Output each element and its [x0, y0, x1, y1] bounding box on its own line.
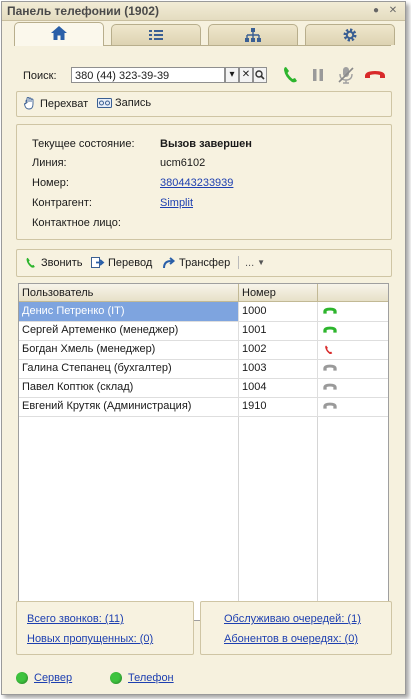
number-cell: 1004: [238, 378, 317, 397]
call-toolbar: Звонить Перевод Трансфер ... ▼: [16, 249, 392, 277]
number-cell: 1910: [238, 397, 317, 416]
pin-icon[interactable]: ●: [369, 4, 383, 18]
number-cell: 1001: [238, 321, 317, 340]
status-cell[interactable]: [317, 397, 388, 416]
server-link[interactable]: Сервер: [34, 672, 72, 684]
more-label: ...: [245, 256, 255, 269]
user-cell: Евгений Крутяк (Администрация): [22, 400, 192, 412]
status-dot-icon: [110, 672, 122, 684]
user-cell: Галина Степанец (бухгалтер): [22, 362, 172, 374]
user-cell: Денис Петренко (IT): [19, 302, 238, 321]
hierarchy-icon: [245, 28, 261, 42]
redo-arrow-icon: [163, 257, 176, 269]
window-title: Панель телефонии (1902): [7, 4, 159, 18]
number-cell: 1002: [238, 340, 317, 359]
queue-stats-panel: Обслуживаю очередей: (1) Абонентов в оче…: [200, 601, 392, 655]
search-icon[interactable]: [253, 67, 267, 83]
forward-icon: [91, 257, 105, 268]
queues-link[interactable]: Обслуживаю очередей: (1): [224, 613, 361, 625]
number-cell: 1000: [238, 302, 317, 321]
dropdown-icon[interactable]: ▾: [225, 67, 239, 83]
table-row[interactable]: Галина Степанец (бухгалтер) 1003: [19, 359, 388, 379]
search-input[interactable]: 380 (44) 323-39-39: [71, 67, 225, 83]
status-dot-icon: [16, 672, 28, 684]
home-icon: [51, 26, 67, 40]
total-calls-link[interactable]: Всего звонков: (11): [27, 613, 124, 625]
line-label: Линия:: [32, 157, 67, 169]
phone-status[interactable]: Телефон: [110, 672, 174, 684]
chevron-down-icon: ▼: [257, 258, 266, 267]
toolbar-separator: [238, 256, 239, 269]
in-queue-link[interactable]: Абонентов в очередях: (0): [224, 633, 358, 645]
user-cell: Сергей Артеменко (менеджер): [22, 324, 179, 336]
column-header-status[interactable]: [317, 284, 388, 302]
column-header-user[interactable]: Пользователь: [19, 284, 238, 302]
intercept-label: Перехват: [40, 97, 89, 110]
status-cell[interactable]: [317, 302, 388, 321]
line-value: ucm6102: [160, 157, 206, 169]
column-header-number[interactable]: Номер: [238, 284, 317, 302]
intercept-button[interactable]: Перехват: [24, 97, 88, 110]
user-cell: Богдан Хмель (менеджер): [22, 343, 156, 355]
transfer-label: Перевод: [108, 256, 153, 269]
forward-transfer-label: Трансфер: [179, 256, 231, 269]
state-value: Вызов завершен: [160, 138, 252, 150]
calls-stats-panel: Всего звонков: (11) Новых пропущенных: (…: [16, 601, 194, 655]
tape-icon: [97, 98, 112, 108]
missed-calls-link[interactable]: Новых пропущенных: (0): [27, 633, 153, 645]
clear-icon[interactable]: ✕: [239, 67, 253, 83]
hand-icon: [24, 97, 34, 110]
call-label: Звонить: [41, 257, 83, 269]
state-label: Текущее состояние:: [32, 138, 135, 150]
status-cell[interactable]: [317, 340, 388, 359]
user-cell: Павел Коптюк (склад): [22, 381, 134, 393]
phone-busy-icon: [325, 345, 333, 354]
server-status[interactable]: Сервер: [16, 672, 72, 684]
number-label: Номер:: [32, 177, 69, 189]
users-table: Пользователь Номер Денис Петренко (IT) 10…: [18, 283, 389, 621]
telephony-panel-window: Панель телефонии (1902) ● ✕ Поиск: 380 (…: [1, 1, 406, 695]
search-label: Поиск:: [23, 70, 57, 82]
hangup-button[interactable]: [363, 64, 385, 86]
list-icon: [149, 30, 163, 40]
phone-status-icon: [323, 307, 337, 314]
contractor-link[interactable]: Simplit: [160, 197, 193, 209]
table-row[interactable]: Сергей Артеменко (менеджер) 1001: [19, 321, 388, 341]
phone-status-icon: [323, 402, 337, 409]
answer-call-button[interactable]: [280, 64, 302, 86]
gear-icon: [343, 28, 357, 42]
record-button[interactable]: Запись: [97, 97, 151, 109]
status-cell[interactable]: [317, 321, 388, 340]
tab-home[interactable]: [14, 22, 104, 46]
contact-label: Контактное лицо:: [32, 217, 121, 229]
forward-transfer-button[interactable]: Трансфер: [162, 256, 230, 269]
hold-button[interactable]: [307, 64, 329, 86]
status-cell[interactable]: [317, 378, 388, 397]
title-bar: Панель телефонии (1902) ● ✕: [2, 2, 405, 21]
action-panel: Перехват Запись: [16, 91, 392, 117]
record-label: Запись: [115, 97, 152, 109]
call-button[interactable]: Звонить: [24, 256, 82, 270]
contractor-label: Контрагент:: [32, 197, 92, 209]
phone-status-icon: [323, 326, 337, 333]
transfer-button[interactable]: Перевод: [91, 256, 152, 269]
tab-bar: [14, 22, 395, 46]
number-cell: 1003: [238, 359, 317, 378]
tab-settings[interactable]: [305, 24, 395, 45]
phone-icon: [26, 257, 35, 268]
mute-button[interactable]: [335, 64, 357, 86]
table-row[interactable]: Павел Коптюк (склад) 1004: [19, 378, 388, 398]
phone-status-icon: [323, 383, 337, 390]
phone-link[interactable]: Телефон: [128, 672, 174, 684]
table-row[interactable]: Богдан Хмель (менеджер) 1002: [19, 340, 388, 360]
tab-list[interactable]: [111, 24, 201, 45]
close-icon[interactable]: ✕: [386, 4, 400, 18]
table-row[interactable]: Денис Петренко (IT) 1000: [19, 302, 388, 322]
status-cell[interactable]: [317, 359, 388, 378]
table-row[interactable]: Евгений Крутяк (Администрация) 1910: [19, 397, 388, 417]
more-button[interactable]: ... ▼: [238, 256, 265, 269]
number-link[interactable]: 380443233939: [160, 177, 233, 189]
phone-status-icon: [323, 364, 337, 371]
tab-structure[interactable]: [208, 24, 298, 45]
